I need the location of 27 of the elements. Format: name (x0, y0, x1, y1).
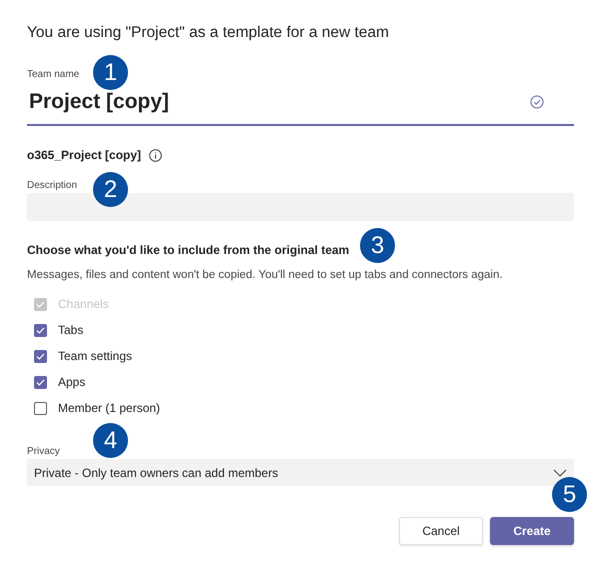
checkbox-label: Member (1 person) (58, 401, 160, 415)
chevron-down-icon (553, 468, 567, 476)
checkbox-label: Team settings (58, 349, 132, 363)
info-icon[interactable] (149, 148, 162, 162)
callout-badge: 4 (93, 423, 128, 458)
checkbox[interactable] (34, 324, 47, 336)
section-heading: Choose what you'd like to include from the original team (27, 243, 350, 257)
checkbox-label: Tabs (58, 323, 84, 337)
checkbox[interactable] (34, 350, 47, 362)
create-button[interactable]: Create (490, 517, 574, 545)
callout-badge: 5 (552, 477, 587, 512)
checkbox-label: Apps (58, 375, 86, 389)
checkbox-label: Channels (58, 297, 109, 311)
checkbox[interactable] (34, 402, 47, 414)
field-label: Description (27, 180, 78, 191)
callout-badge: 2 (93, 172, 128, 207)
callout-badge: 1 (93, 55, 128, 90)
checkbox[interactable] (34, 376, 47, 388)
field-label: Privacy (27, 446, 60, 457)
dialog-title: You are using "Project" as a template for a new team (27, 24, 390, 42)
cancel-button[interactable]: Cancel (399, 517, 483, 545)
team-alias: o365_Project [copy] (27, 148, 142, 162)
privacy-dropdown[interactable]: Private - Only team owners can add members (27, 459, 574, 486)
callout-badge: 3 (360, 228, 395, 263)
field-label: Team name (27, 69, 80, 80)
dropdown-value: Private - Only team owners can add members (34, 466, 280, 480)
section-note: Messages, files and content won't be copied. You'll need to set up tabs and connectors again. (27, 269, 504, 281)
